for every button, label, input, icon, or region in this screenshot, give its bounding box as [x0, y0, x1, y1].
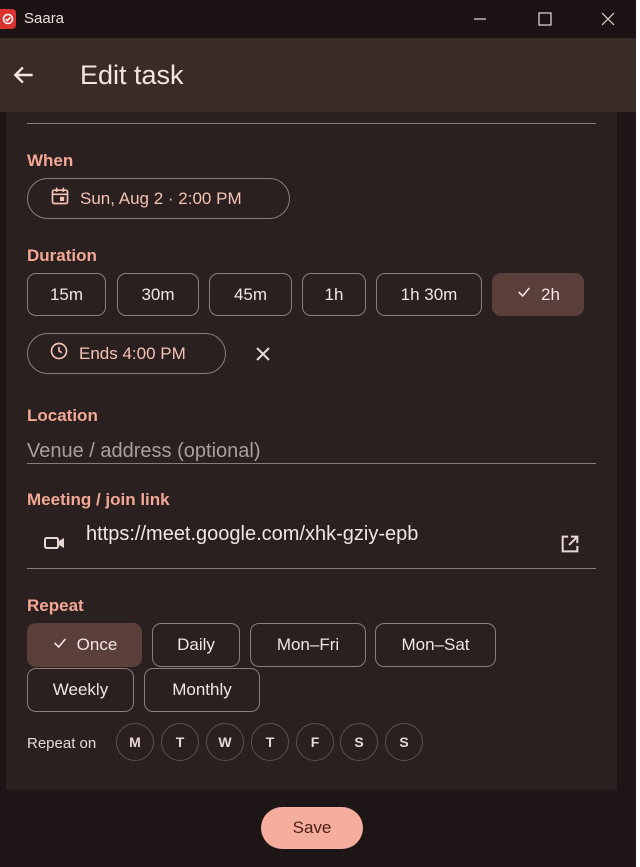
- location-label: Location: [27, 406, 98, 425]
- repeat-label: Repeat: [27, 596, 84, 615]
- minimize-button[interactable]: [452, 0, 508, 38]
- duration-option-label: 1h: [324, 284, 344, 304]
- repeat-option-daily[interactable]: Daily: [152, 623, 240, 667]
- weekday-monday[interactable]: M: [116, 723, 154, 761]
- end-time-value: Ends 4:00 PM: [79, 343, 186, 363]
- duration-option-label: 30m: [141, 284, 175, 304]
- repeat-option-label: Monthly: [172, 680, 232, 699]
- window-edge: [636, 0, 640, 867]
- window-title: Saara: [24, 10, 65, 27]
- clear-end-time-icon[interactable]: [253, 344, 273, 364]
- meeting-link-label: Meeting / join link: [27, 490, 170, 509]
- repeat-option-once[interactable]: Once: [27, 623, 142, 667]
- duration-option-1h[interactable]: 1h: [302, 273, 366, 316]
- save-button[interactable]: Save: [261, 807, 363, 849]
- duration-option-2h[interactable]: 2h: [492, 273, 584, 316]
- duration-option-45m[interactable]: 45m: [209, 273, 292, 316]
- date-time-value: Sun, Aug 2 · 2:00 PM: [80, 188, 242, 208]
- duration-option-label: 45m: [233, 284, 268, 304]
- back-arrow-icon[interactable]: [8, 59, 40, 91]
- duration-option-15m[interactable]: 15m: [27, 273, 106, 316]
- duration-option-label: 15m: [49, 284, 84, 304]
- weekday-friday[interactable]: F: [296, 723, 334, 761]
- clock-icon: [49, 341, 69, 366]
- video-camera-icon: [44, 535, 66, 556]
- page-title: Edit task: [80, 60, 184, 90]
- location-input[interactable]: Venue / address (optional): [27, 440, 261, 463]
- app-logo-icon: [0, 9, 16, 29]
- top-divider: [27, 123, 596, 124]
- window-titlebar: Saara: [0, 0, 640, 38]
- repeat-on-label: Repeat on: [27, 735, 97, 752]
- calendar-icon: [50, 186, 70, 211]
- repeat-option-mon-sat[interactable]: Mon–Sat: [375, 623, 496, 667]
- duration-option-1h30m[interactable]: 1h 30m: [376, 273, 482, 316]
- check-icon: [52, 635, 68, 656]
- repeat-option-weekly[interactable]: Weekly: [27, 668, 134, 712]
- meeting-link-underline: [27, 568, 596, 569]
- weekday-saturday[interactable]: S: [340, 723, 378, 761]
- repeat-option-monthly[interactable]: Monthly: [144, 668, 260, 712]
- weekday-thursday[interactable]: T: [251, 723, 289, 761]
- duration-option-label: 1h 30m: [400, 284, 458, 304]
- date-time-picker[interactable]: Sun, Aug 2 · 2:00 PM: [27, 178, 290, 219]
- close-window-button[interactable]: [580, 0, 636, 38]
- open-external-icon[interactable]: [559, 533, 581, 560]
- weekday-tuesday[interactable]: T: [161, 723, 199, 761]
- weekday-sunday[interactable]: S: [385, 723, 423, 761]
- repeat-option-label: Once: [76, 635, 118, 654]
- end-time-picker[interactable]: Ends 4:00 PM: [27, 333, 226, 374]
- meeting-link-input[interactable]: https://meet.google.com/xhk-gziy-epb: [86, 523, 418, 546]
- repeat-option-label: Daily: [177, 635, 215, 654]
- maximize-button[interactable]: [517, 0, 573, 38]
- location-underline: [27, 463, 596, 464]
- repeat-option-mon-fri[interactable]: Mon–Fri: [250, 623, 366, 667]
- duration-option-30m[interactable]: 30m: [117, 273, 199, 316]
- weekday-wednesday[interactable]: W: [206, 723, 244, 761]
- app-bar: Edit task: [0, 38, 640, 112]
- repeat-option-label: Weekly: [52, 680, 109, 699]
- repeat-option-label: Mon–Sat: [401, 635, 470, 654]
- duration-label: Duration: [27, 246, 97, 265]
- duration-option-label: 2h: [541, 284, 560, 304]
- check-icon: [516, 284, 532, 305]
- repeat-option-label: Mon–Fri: [276, 635, 340, 654]
- when-label: When: [27, 151, 74, 170]
